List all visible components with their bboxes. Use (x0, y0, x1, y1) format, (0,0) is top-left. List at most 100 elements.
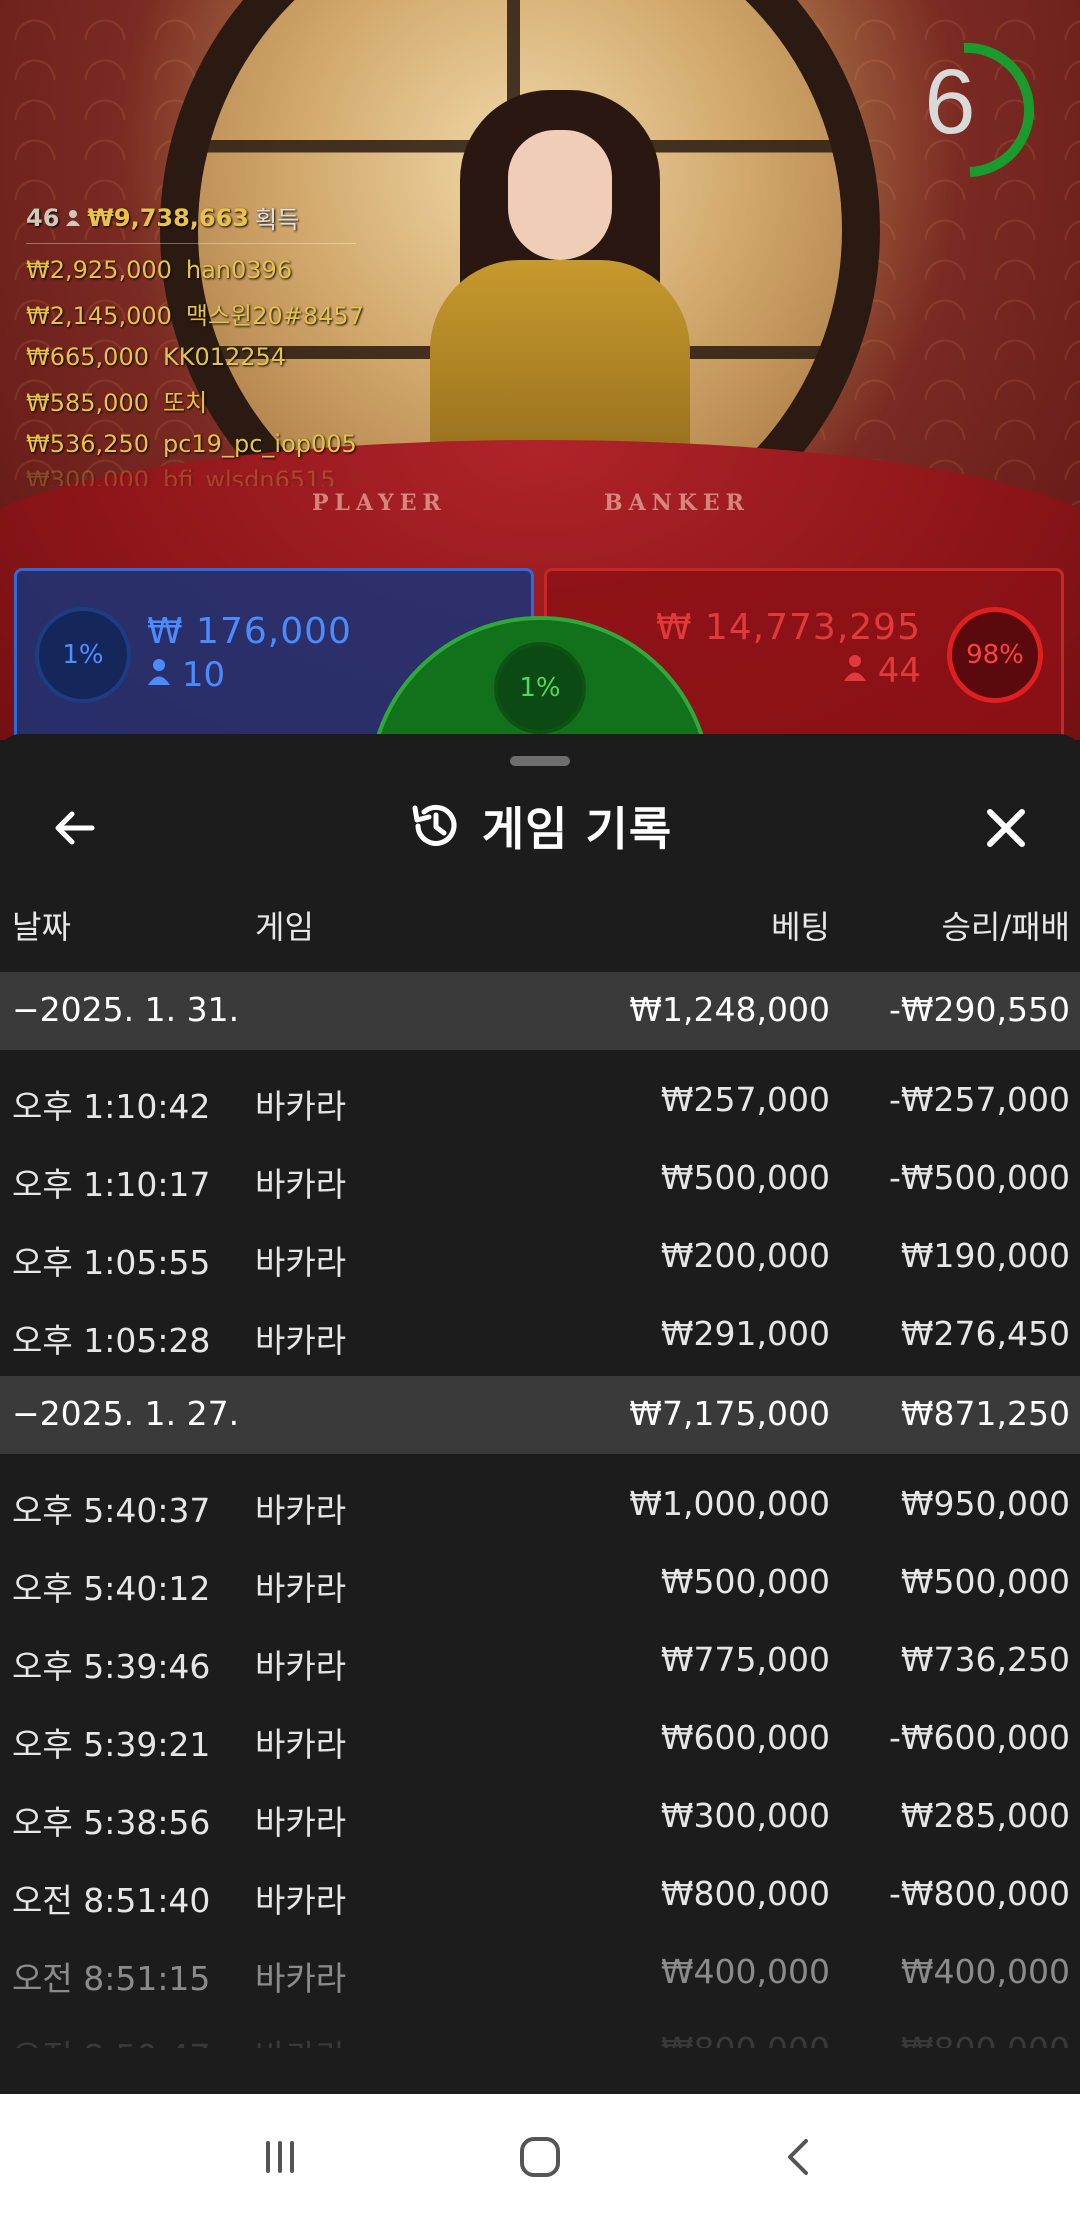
winner-amount: ₩585,000 (26, 389, 149, 417)
winners-list: 46 ₩9,738,663 획득 ₩2,925,000 han0396 ₩2,14… (26, 200, 364, 486)
row-result: ₩950,000 (900, 1484, 1070, 1523)
column-header-result: 승리/패배 (941, 908, 1070, 946)
row-bet: ₩775,000 (660, 1640, 830, 1679)
winner-row: ₩536,250 pc19_pc_iop005 (26, 430, 357, 458)
column-header-game: 게임 (255, 908, 314, 946)
home-button[interactable] (495, 2112, 585, 2202)
winner-row: ₩2,925,000 han0396 (26, 256, 356, 284)
banker-bet-amount: ₩ 14,773,295 (655, 607, 921, 648)
row-game: 바카라 (255, 1321, 347, 1360)
row-bet: ₩500,000 (660, 1562, 830, 1601)
row-game: 바카라 (255, 1243, 347, 1282)
row-game: 바카라 (255, 1569, 347, 1608)
sheet-title-group: 게임 기록 (408, 793, 672, 859)
row-bet: ₩800,000 (660, 1874, 830, 1913)
person-icon (843, 655, 866, 681)
banker-percent: 98% (947, 607, 1043, 703)
row-result: ₩190,000 (900, 1236, 1070, 1275)
history-row[interactable]: 오후 1:05:55 바카라 ₩200,000 ₩190,000 (0, 1214, 1080, 1292)
row-game: 바카라 (255, 2030, 346, 2048)
winner-amount: ₩536,250 (26, 430, 149, 458)
group-result-total: ₩871,250 (900, 1394, 1070, 1433)
player-bet-amount: ₩ 176,000 (147, 611, 352, 652)
row-result: ₩285,000 (900, 1796, 1070, 1835)
row-bet: ₩300,000 (660, 1796, 830, 1835)
winner-row: ₩300,000 bfi_wlsdn6515 (26, 466, 356, 486)
row-game: 바카라 (255, 1881, 347, 1920)
row-time: 오전 8:51:40 (12, 1881, 211, 1920)
row-result: ₩400,000 (900, 1952, 1070, 1991)
winner-user: 맥스윈20#8457 (185, 302, 364, 330)
back-button[interactable] (44, 798, 104, 858)
game-history-sheet: 게임 기록 날짜 게임 베팅 승리/패배 −2025. 1. 31. ₩1,24… (0, 734, 1080, 2094)
row-bet: ₩400,000 (660, 1952, 830, 1991)
back-icon (788, 2139, 808, 2175)
row-bet: ₩800,000 (661, 2030, 830, 2048)
group-bet-total: ₩1,248,000 (629, 990, 830, 1029)
history-row[interactable]: 오후 5:39:46 바카라 ₩775,000 ₩736,250 (0, 1618, 1080, 1696)
history-row[interactable]: 오전 8:51:15 바카라 ₩400,000 ₩400,000 (0, 1930, 1080, 2008)
history-row[interactable]: 오후 5:38:56 바카라 ₩300,000 ₩285,000 (0, 1774, 1080, 1852)
row-time: 오후 1:10:17 (12, 1165, 211, 1204)
row-bet: ₩600,000 (660, 1718, 830, 1757)
winner-amount: ₩2,145,000 (26, 302, 172, 330)
row-result: -₩257,000 (888, 1080, 1070, 1119)
winner-user: bfi_wlsdn6515 (162, 466, 336, 486)
row-time: 오후 5:40:37 (12, 1491, 211, 1530)
row-time: 오후 1:10:42 (12, 1087, 211, 1126)
winner-user: pc19_pc_iop005 (162, 430, 357, 458)
history-row[interactable]: 오후 5:40:12 바카라 ₩500,000 ₩500,000 (0, 1540, 1080, 1618)
history-row[interactable]: 오후 1:05:28 바카라 ₩291,000 ₩276,450 (0, 1292, 1080, 1370)
history-icon (412, 804, 457, 846)
row-game: 바카라 (255, 1725, 347, 1764)
history-row[interactable]: 오전 8:51:40 바카라 ₩800,000 -₩800,000 (0, 1852, 1080, 1930)
group-date: −2025. 1. 31. (12, 990, 240, 1029)
row-bet: ₩1,000,000 (629, 1484, 830, 1523)
table-label-player: PLAYER (312, 490, 447, 516)
person-icon (66, 209, 81, 226)
close-icon (987, 809, 1025, 847)
recent-apps-icon (266, 2141, 294, 2173)
history-row[interactable]: 오후 1:10:17 바카라 ₩500,000 -₩500,000 (0, 1136, 1080, 1214)
row-bet: ₩500,000 (660, 1158, 830, 1197)
winner-user: han0396 (185, 256, 293, 284)
row-result: -₩600,000 (888, 1718, 1070, 1757)
back-nav-button[interactable] (755, 2112, 845, 2202)
close-button[interactable] (976, 798, 1036, 858)
banker-bettor-count: 44 (843, 651, 921, 691)
dealer-face (508, 130, 612, 260)
sheet-header: 게임 기록 (0, 778, 1080, 874)
system-navigation-bar (0, 2094, 1080, 2220)
history-row[interactable]: 오후 5:40:37 바카라 ₩1,000,000 ₩950,000 (0, 1462, 1080, 1540)
row-game: 바카라 (255, 1803, 347, 1842)
date-group-row[interactable]: −2025. 1. 31. ₩1,248,000 -₩290,550 (0, 972, 1080, 1050)
row-result: ₩500,000 (900, 1562, 1070, 1601)
arrow-left-icon (55, 811, 95, 845)
row-time: 오전 8:51:15 (12, 1959, 211, 1998)
row-result: ₩736,250 (900, 1640, 1070, 1679)
history-row[interactable]: 오후 5:39:21 바카라 ₩600,000 -₩600,000 (0, 1696, 1080, 1774)
timer-value: 6 (924, 51, 976, 153)
date-group-row[interactable]: −2025. 1. 27. ₩7,175,000 ₩871,250 (0, 1376, 1080, 1454)
history-row[interactable]: 오전 8:50:47 바카라 ₩800,000 -₩800,000 (0, 2008, 1080, 2048)
countdown-timer: 6 (900, 40, 1040, 180)
winner-user: 또치 (162, 389, 208, 417)
player-percent: 1% (35, 607, 131, 703)
row-time: 오후 5:39:21 (12, 1725, 211, 1764)
row-time: 오후 1:05:28 (12, 1321, 211, 1360)
row-game: 바카라 (255, 1491, 347, 1530)
history-row[interactable]: 오후 1:10:42 바카라 ₩257,000 -₩257,000 (0, 1058, 1080, 1136)
winner-row: ₩2,145,000 맥스윈20#8457 (26, 296, 364, 331)
winner-amount: ₩2,925,000 (26, 256, 172, 284)
row-time: 오후 1:05:55 (12, 1243, 211, 1282)
group-date: −2025. 1. 27. (12, 1394, 240, 1433)
winner-user: KK012254 (162, 343, 287, 371)
row-bet: ₩257,000 (660, 1080, 830, 1119)
row-bet: ₩291,000 (660, 1314, 830, 1353)
row-result: -₩500,000 (888, 1158, 1070, 1197)
tie-percent: 1% (494, 642, 586, 734)
sheet-drag-handle[interactable] (510, 756, 570, 766)
row-result: -₩800,000 (888, 1874, 1070, 1913)
banker-bettor-count-value: 44 (877, 651, 921, 691)
recent-apps-button[interactable] (235, 2112, 325, 2202)
